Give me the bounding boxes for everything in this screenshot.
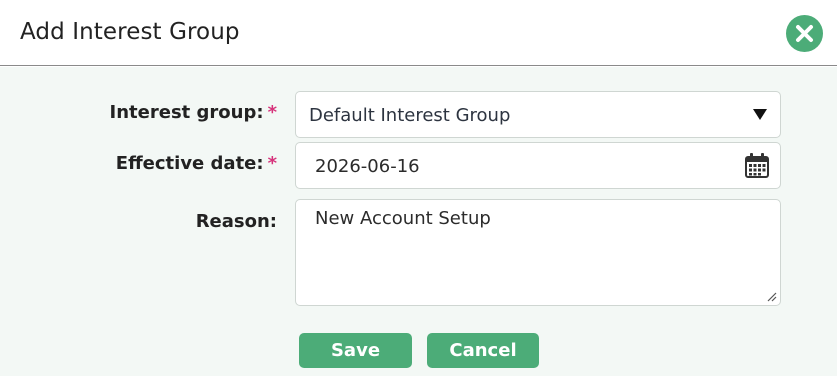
close-button[interactable] bbox=[786, 15, 823, 52]
reason-label: Reason: bbox=[195, 211, 277, 232]
reason-value: New Account Setup bbox=[315, 208, 491, 229]
caret-down-icon bbox=[753, 109, 767, 120]
effective-date-value: 2026-06-16 bbox=[315, 156, 420, 177]
save-button[interactable]: Save bbox=[299, 333, 412, 368]
reason-textarea[interactable]: New Account Setup bbox=[295, 199, 781, 306]
resize-grip-icon[interactable] bbox=[767, 292, 777, 302]
close-icon bbox=[796, 25, 813, 42]
cancel-button[interactable]: Cancel bbox=[427, 333, 539, 368]
effective-date-label: Effective date: * bbox=[116, 153, 277, 174]
dialog-header: Add Interest Group bbox=[0, 0, 837, 66]
interest-group-selected-value: Default Interest Group bbox=[309, 105, 511, 126]
dialog-title: Add Interest Group bbox=[20, 19, 240, 45]
effective-date-input[interactable]: 2026-06-16 bbox=[295, 142, 781, 189]
dialog-body: Interest group: * Default Interest Group … bbox=[0, 67, 837, 376]
required-mark: * bbox=[267, 153, 277, 174]
calendar-icon[interactable] bbox=[745, 153, 769, 178]
effective-date-label-text: Effective date: bbox=[115, 153, 264, 174]
interest-group-label: Interest group: * bbox=[110, 102, 277, 123]
required-mark: * bbox=[267, 102, 277, 123]
interest-group-select[interactable]: Default Interest Group bbox=[295, 91, 781, 138]
interest-group-label-text: Interest group: bbox=[109, 102, 264, 123]
